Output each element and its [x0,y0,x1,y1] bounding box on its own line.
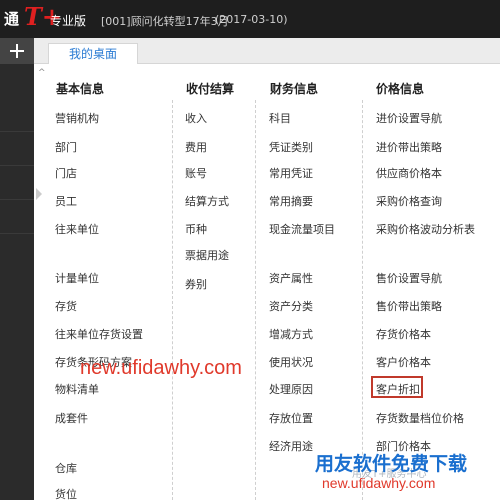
menu-item[interactable]: 供应商价格本 [376,165,442,181]
menu-item[interactable]: 资产分类 [269,298,313,314]
watermark-url-small: new.ufidawhy.com [322,475,436,491]
menu-item[interactable]: 常用摘要 [269,193,313,209]
menu-item[interactable]: 券别 [185,276,207,292]
collapse-arrow-icon[interactable] [36,188,42,200]
menu-item[interactable]: 成套件 [55,410,88,426]
add-button[interactable] [0,38,34,64]
menu-item[interactable]: 部门 [55,139,77,155]
menu-item[interactable]: 货位 [55,486,77,500]
scroll-up-icon[interactable]: ^ [38,68,46,78]
menu-item[interactable]: 币种 [185,221,207,237]
sidebar-item[interactable] [0,166,34,200]
sidebar-item[interactable] [0,98,34,132]
menu-item[interactable]: 账号 [185,165,207,181]
menu-item[interactable]: 进价带出策略 [376,139,442,155]
highlight-box [371,376,423,398]
menu-item[interactable]: 进价设置导航 [376,110,442,126]
column-separator [172,100,173,500]
menu-item[interactable]: 常用凭证 [269,165,313,181]
date-label: (2017-03-10) [215,13,288,26]
menu-item[interactable]: 售价带出策略 [376,298,442,314]
menu-item[interactable]: 存放位置 [269,410,313,426]
menu-item[interactable]: 采购价格波动分析表 [376,221,475,237]
column-title-basic-info: 基本信息 [56,82,105,96]
account-label[interactable]: [001]顾问化转型17年3月 [101,13,229,29]
menu-item[interactable]: 资产属性 [269,270,313,286]
menu-item[interactable]: 票据用途 [185,247,229,263]
menu-item[interactable]: 门店 [55,165,77,181]
watermark-url: new.ufidawhy.com [80,357,242,379]
plus-icon [10,44,24,58]
menu-item[interactable]: 凭证类别 [269,139,313,155]
menu-item[interactable]: 营销机构 [55,110,99,126]
menu-item[interactable]: 存货价格本 [376,326,431,342]
tab-strip: 我的桌面 [34,38,500,65]
menu-item[interactable]: 存货 [55,298,77,314]
tab-my-desktop[interactable]: 我的桌面 [48,43,138,65]
menu-item[interactable]: 处理原因 [269,381,313,397]
menu-item[interactable]: 售价设置导航 [376,270,442,286]
menu-item[interactable]: 计量单位 [55,270,99,286]
column-title-price: 价格信息 [376,82,425,96]
menu-item[interactable]: 采购价格查询 [376,193,442,209]
menu-item[interactable]: 收入 [185,110,207,126]
menu-item[interactable]: 使用状况 [269,354,313,370]
column-separator [362,100,363,500]
column-title-finance: 财务信息 [270,82,319,96]
top-bar: 通 T+ 专业版 [001]顾问化转型17年3月 (2017-03-10) [0,0,500,38]
menu-item[interactable]: 往来单位存货设置 [55,326,143,342]
menu-item[interactable]: 结算方式 [185,193,229,209]
menu-item[interactable]: 科目 [269,110,291,126]
column-title-settlement: 收付结算 [186,82,235,96]
menu-item[interactable]: 往来单位 [55,221,99,237]
menu-item[interactable]: 仓库 [55,460,77,476]
column-separator [255,100,256,500]
menu-item[interactable]: 员工 [55,193,77,209]
menu-item[interactable]: 存货数量档位价格 [376,410,464,426]
left-sidebar [0,38,34,500]
sidebar-item[interactable] [0,200,34,234]
menu-item[interactable]: 现金流量项目 [269,221,335,237]
menu-item[interactable]: 增减方式 [269,326,313,342]
menu-item[interactable]: 物料清单 [55,381,99,397]
menu-item[interactable]: 费用 [185,139,207,155]
edition-label: 专业版 [50,14,87,28]
menu-item[interactable]: 经济用途 [269,438,313,454]
logo-prefix: 通 [4,10,19,28]
watermark-title: 用友软件免费下载 [315,453,468,475]
menu-item[interactable]: 客户价格本 [376,354,431,370]
sidebar-item[interactable] [0,132,34,166]
